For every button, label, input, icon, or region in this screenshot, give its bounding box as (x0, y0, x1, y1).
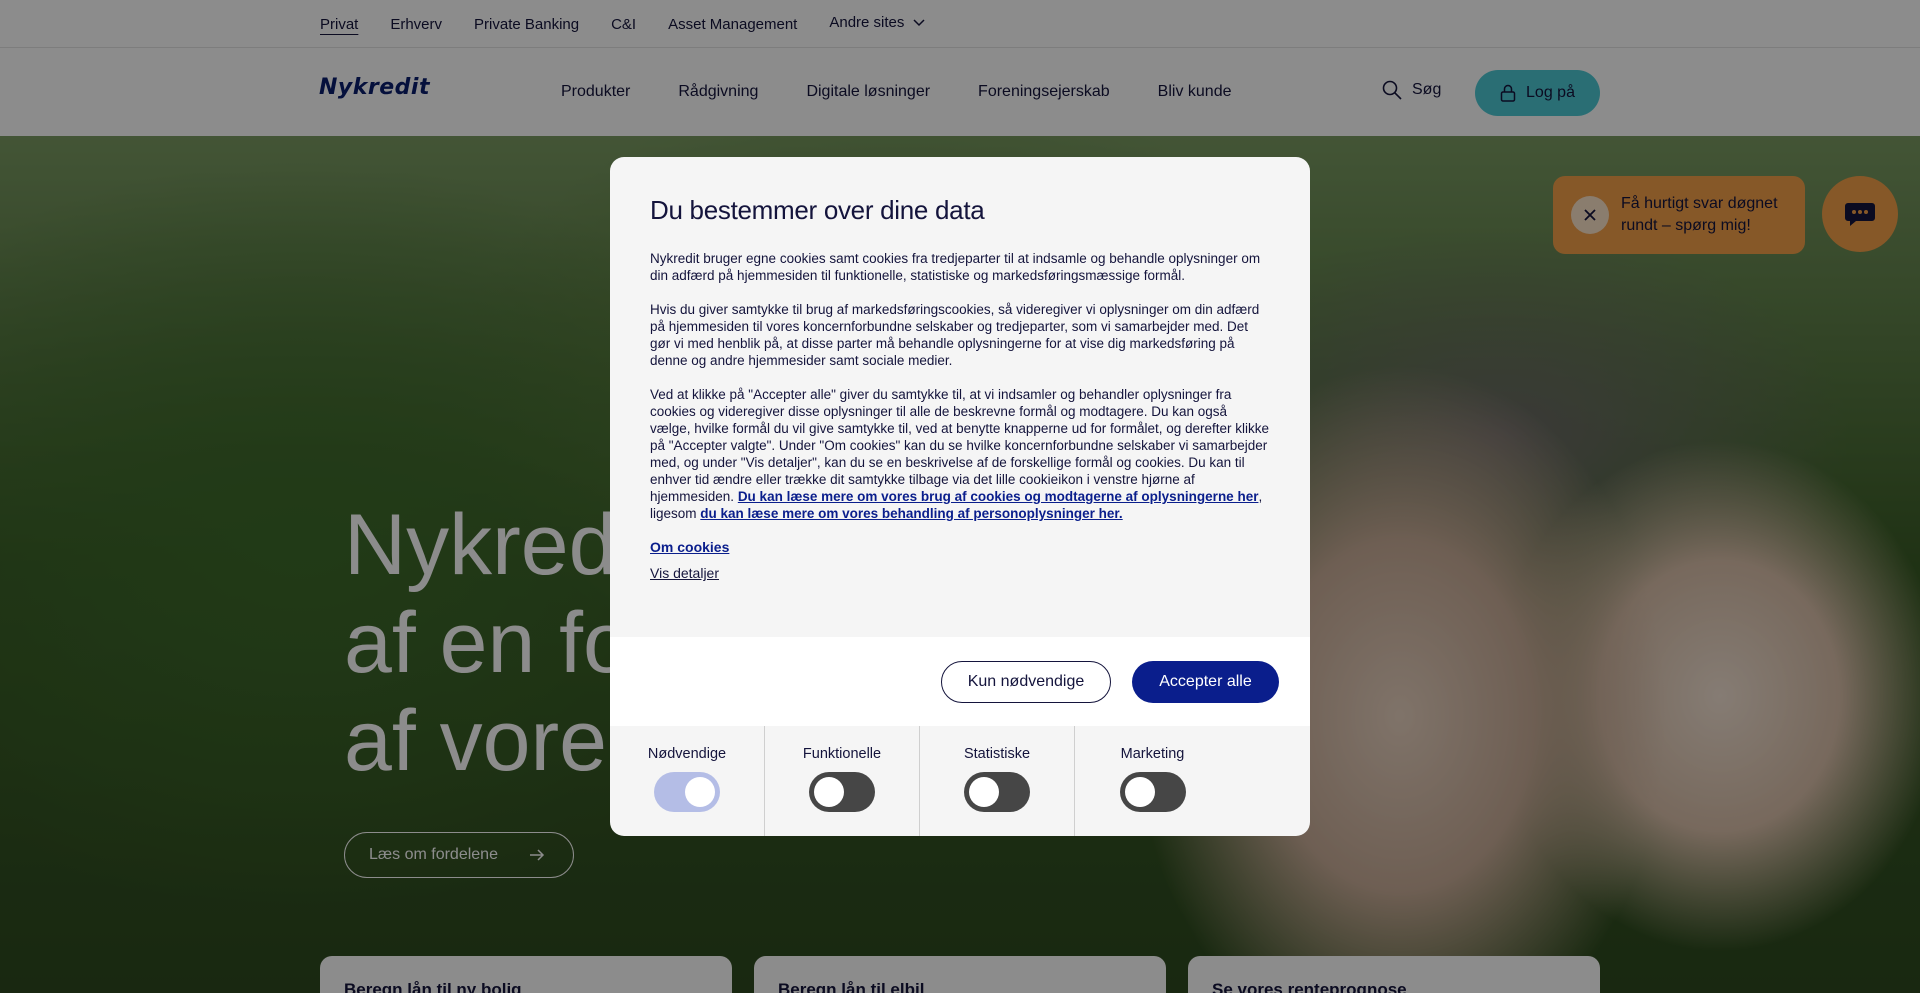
cookie-dialog-title: Du bestemmer over dine data (650, 195, 985, 225)
functional-switch[interactable] (809, 772, 875, 812)
cookie-paragraph: Nykredit bruger egne cookies samt cookie… (650, 251, 1261, 283)
toggle-label: Nødvendige (647, 746, 727, 762)
switch-knob (969, 777, 999, 807)
toggle-necessary: Nødvendige (610, 726, 765, 836)
about-cookies-link[interactable]: Om cookies (650, 539, 1270, 555)
switch-knob (685, 777, 715, 807)
statistics-switch[interactable] (964, 772, 1030, 812)
toggle-functional: Funktionelle (765, 726, 920, 836)
necessary-switch (654, 772, 720, 812)
cookie-policy-link[interactable]: Du kan læse mere om vores brug af cookie… (738, 489, 1259, 504)
cookie-paragraph: Hvis du giver samtykke til brug af marke… (650, 302, 1260, 368)
cookie-paragraph: Ved at klikke på "Accepter alle" giver d… (650, 386, 1270, 522)
toggle-statistics: Statistiske (920, 726, 1075, 836)
cookie-dialog-body: Du bestemmer over dine data Nykredit bru… (610, 157, 1310, 637)
cookie-consent-dialog: Du bestemmer over dine data Nykredit bru… (610, 157, 1310, 836)
toggle-label: Statistiske (963, 746, 1031, 762)
marketing-switch[interactable] (1119, 772, 1186, 812)
switch-knob (814, 777, 844, 807)
toggle-label: Marketing (1120, 746, 1185, 762)
cookie-category-toggles: Nødvendige Funktionelle Statistiske Mark… (610, 726, 1310, 836)
only-necessary-button[interactable]: Kun nødvendige (941, 661, 1111, 703)
cookie-paragraph-text: Ved at klikke på "Accepter alle" giver d… (650, 387, 1270, 504)
toggle-marketing: Marketing (1075, 726, 1230, 836)
switch-knob (1124, 777, 1155, 807)
accept-all-button[interactable]: Accepter alle (1132, 661, 1279, 703)
cookie-dialog-actions: Kun nødvendige Accepter alle (610, 637, 1310, 726)
show-details-link[interactable]: Vis detaljer (650, 565, 1270, 581)
toggle-label: Funktionelle (802, 746, 882, 762)
privacy-policy-link[interactable]: du kan læse mere om vores behandling af … (700, 506, 1122, 521)
